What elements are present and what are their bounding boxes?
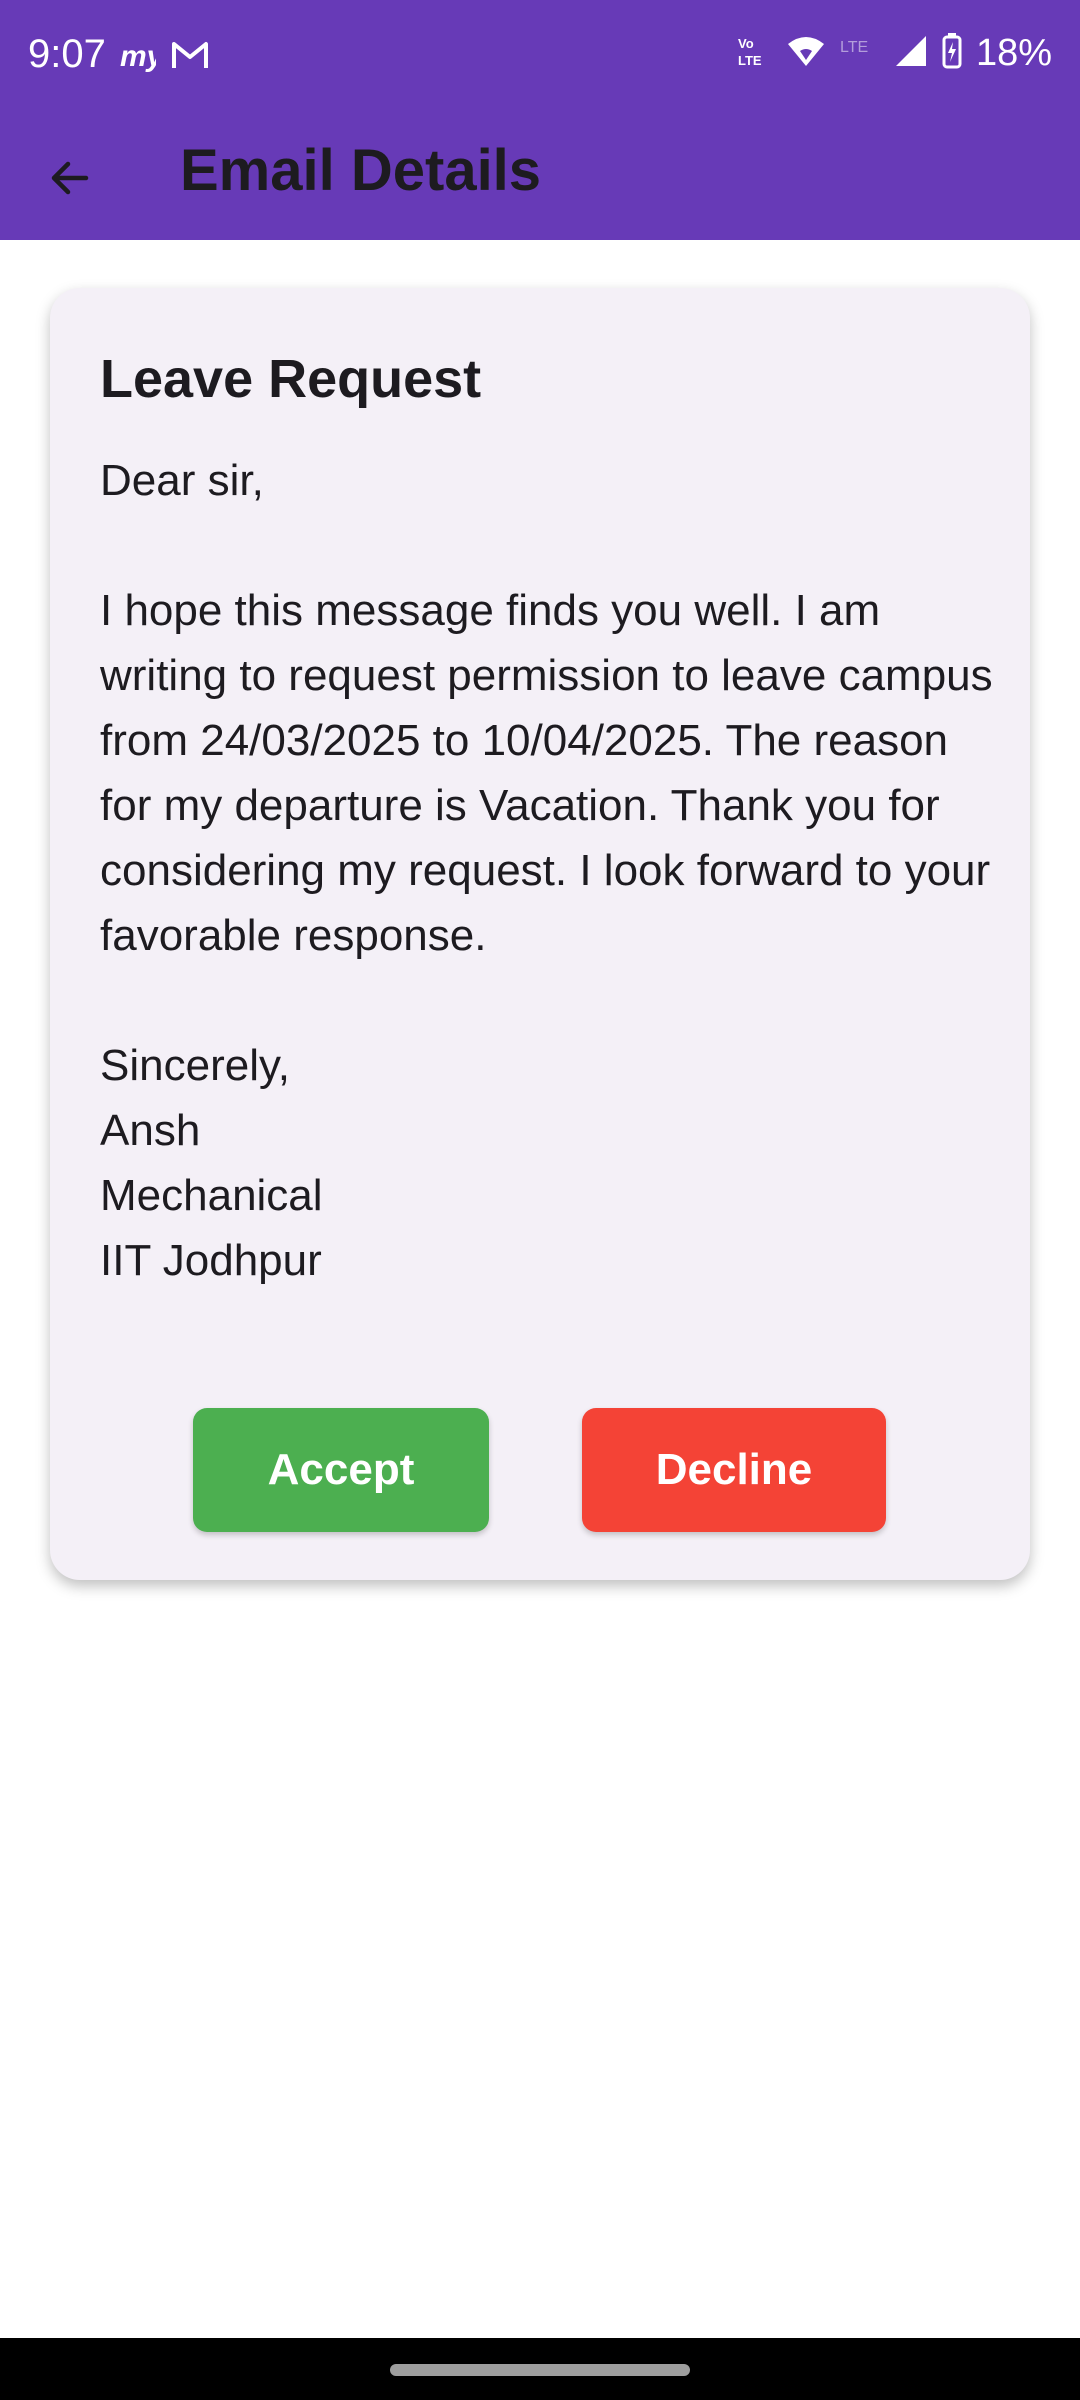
page-title: Email Details — [180, 138, 542, 203]
myjio-icon: my — [118, 38, 165, 79]
lte-label: LTE — [840, 34, 880, 73]
email-card: Leave Request Dear sir, I hope this mess… — [50, 288, 1030, 1580]
status-right-icons: Vo LTE LTE 18% — [736, 32, 1052, 75]
home-gesture-handle[interactable] — [390, 2364, 690, 2376]
gmail-icon — [170, 38, 210, 79]
email-closing: Sincerely, — [100, 1041, 290, 1090]
status-bar: 9:07 my Vo LTE — [0, 0, 1080, 116]
email-paragraph: I hope this message finds you well. I am… — [100, 586, 993, 960]
accept-button[interactable]: Accept — [193, 1408, 489, 1532]
signal-icon — [894, 34, 928, 73]
sender-institute: IIT Jodhpur — [100, 1236, 322, 1285]
app-bar: Email Details — [0, 116, 1080, 240]
decline-button[interactable]: Decline — [582, 1408, 886, 1532]
svg-text:LTE: LTE — [738, 53, 762, 68]
svg-text:my: my — [120, 40, 156, 73]
screen: 9:07 my Vo LTE — [0, 0, 1080, 2400]
battery-percent: 18% — [975, 32, 1052, 74]
network-label-text: LTE — [840, 39, 868, 56]
sender-name: Ansh — [100, 1106, 201, 1155]
arrow-back-icon — [46, 154, 94, 207]
status-left-icons: my — [118, 38, 210, 79]
status-time: 9:07 — [28, 32, 106, 76]
sender-department: Mechanical — [100, 1171, 323, 1220]
navigation-bar — [0, 2338, 1080, 2400]
back-button[interactable] — [30, 140, 110, 220]
email-body: Dear sir, I hope this message finds you … — [100, 448, 1000, 1293]
battery-charging-icon — [942, 33, 962, 74]
email-subject: Leave Request — [100, 349, 482, 409]
volte-icon: Vo LTE — [736, 33, 772, 74]
email-greeting: Dear sir, — [100, 456, 264, 505]
wifi-icon — [786, 34, 826, 73]
svg-text:Vo: Vo — [738, 36, 754, 51]
